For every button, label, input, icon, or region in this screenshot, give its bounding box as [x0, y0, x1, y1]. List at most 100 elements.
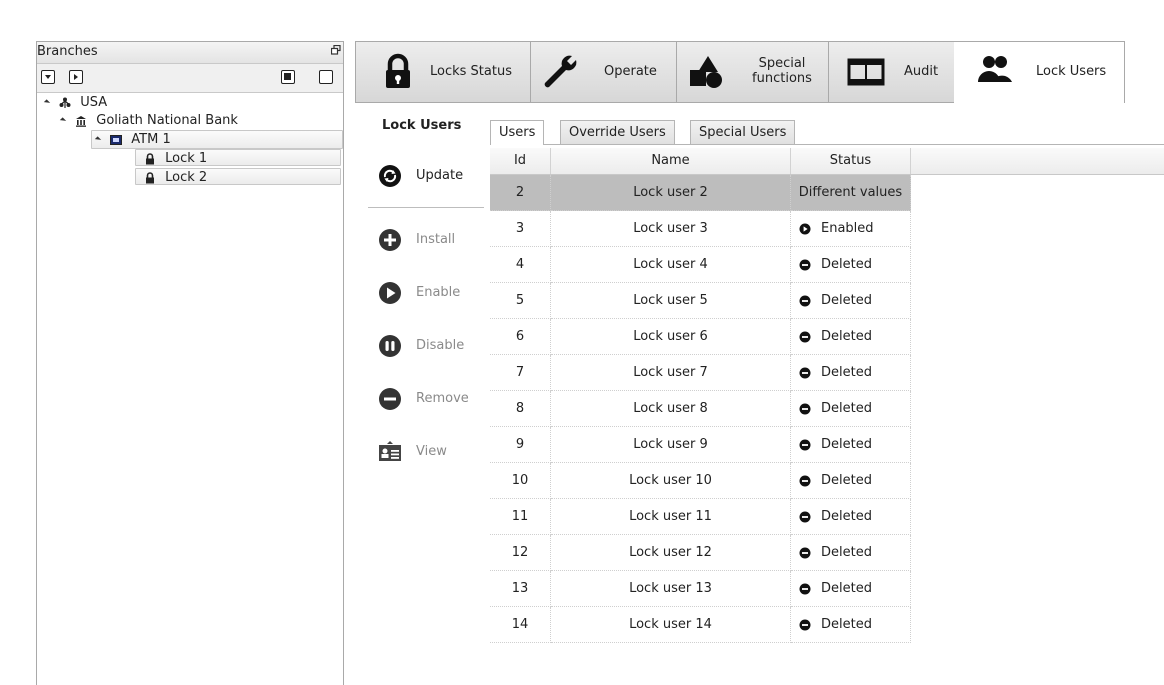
- expanded-arrow-icon: [94, 136, 102, 143]
- minus-circle-icon: [799, 511, 811, 523]
- table-row[interactable]: 12 Lock user 12 Deleted: [490, 535, 911, 571]
- tree-node-lock-1[interactable]: Lock 1: [135, 149, 341, 166]
- tab-special-functions[interactable]: Special functions: [676, 42, 829, 102]
- status-text: Deleted: [821, 509, 872, 524]
- tab-special-users[interactable]: Special Users: [690, 120, 796, 144]
- tree-node-bank[interactable]: Goliath National Bank: [59, 112, 238, 129]
- install-button[interactable]: Install: [368, 220, 486, 260]
- status-text: Deleted: [821, 257, 872, 272]
- cell-status: Deleted: [791, 427, 911, 463]
- tree-label: USA: [80, 95, 108, 110]
- tree-node-atm[interactable]: ATM 1: [91, 130, 343, 149]
- minus-circle-icon: [799, 295, 811, 307]
- tab-users[interactable]: Users: [490, 120, 545, 145]
- cell-status: Deleted: [791, 247, 911, 283]
- deselect-all-button[interactable]: [319, 70, 333, 84]
- status-text: Deleted: [821, 329, 872, 344]
- table-row[interactable]: 9 Lock user 9 Deleted: [490, 427, 911, 463]
- restore-window-icon[interactable]: [331, 45, 341, 55]
- actions-title: Lock Users: [382, 118, 462, 133]
- status-text: Deleted: [821, 581, 872, 596]
- tab-audit[interactable]: Audit: [828, 42, 955, 102]
- enable-button[interactable]: Enable: [368, 273, 486, 313]
- minus-circle-icon: [799, 367, 811, 379]
- triangle-down-icon: [45, 75, 51, 79]
- cell-id: 13: [490, 571, 551, 607]
- branches-header: Branches: [37, 42, 343, 64]
- tab-locks-status[interactable]: Locks Status: [356, 42, 531, 102]
- table-row[interactable]: 7 Lock user 7 Deleted: [490, 355, 911, 391]
- cell-status: Different values: [791, 175, 911, 211]
- tab-label: Lock Users: [1036, 64, 1107, 79]
- cell-id: 12: [490, 535, 551, 571]
- cell-name: Lock user 6: [551, 319, 791, 355]
- status-text: Deleted: [821, 365, 872, 380]
- play-circle-icon: [799, 223, 811, 235]
- tree-label: ATM 1: [131, 132, 171, 147]
- cell-name: Lock user 13: [551, 571, 791, 607]
- film-icon: [847, 58, 885, 86]
- divider: [368, 207, 484, 208]
- column-header-id[interactable]: Id: [490, 148, 551, 174]
- cell-id: 7: [490, 355, 551, 391]
- cell-name: Lock user 10: [551, 463, 791, 499]
- collapse-all-button[interactable]: [69, 70, 83, 84]
- atm-icon: [110, 134, 123, 145]
- branch-tree: USA Goliath National Bank ATM 1 Lock 1 L…: [37, 94, 343, 685]
- status-text: Different values: [798, 185, 903, 200]
- table-row[interactable]: 3 Lock user 3 Enabled: [490, 211, 911, 247]
- table-row[interactable]: 4 Lock user 4 Deleted: [490, 247, 911, 283]
- tree-node-lock-2[interactable]: Lock 2: [135, 168, 341, 185]
- cell-status: Deleted: [791, 571, 911, 607]
- enable-label: Enable: [416, 285, 461, 300]
- update-label: Update: [416, 168, 464, 183]
- table-row[interactable]: 6 Lock user 6 Deleted: [490, 319, 911, 355]
- install-label: Install: [416, 232, 456, 247]
- minus-circle-icon: [379, 388, 401, 410]
- expanded-arrow-icon: [59, 117, 67, 124]
- table-row[interactable]: 14 Lock user 14 Deleted: [490, 607, 911, 643]
- status-text: Deleted: [821, 293, 872, 308]
- cell-name: Lock user 8: [551, 391, 791, 427]
- select-all-button[interactable]: [281, 70, 295, 84]
- table-row[interactable]: 10 Lock user 10 Deleted: [490, 463, 911, 499]
- plus-circle-icon: [379, 229, 401, 251]
- tab-override-users[interactable]: Override Users: [560, 120, 675, 144]
- cell-status: Deleted: [791, 355, 911, 391]
- status-text: Deleted: [821, 401, 872, 416]
- branches-panel: Branches USA Goliath National Bank ATM 1…: [36, 41, 344, 685]
- wrench-icon: [544, 55, 577, 88]
- cell-name: Lock user 5: [551, 283, 791, 319]
- cell-name: Lock user 11: [551, 499, 791, 535]
- tree-node-usa[interactable]: USA: [43, 94, 108, 111]
- minus-circle-icon: [799, 583, 811, 595]
- update-button[interactable]: Update: [368, 156, 486, 196]
- table-row[interactable]: 13 Lock user 13 Deleted: [490, 571, 911, 607]
- tab-label: Special functions: [752, 56, 812, 86]
- disable-label: Disable: [416, 338, 465, 353]
- bank-icon: [76, 115, 87, 127]
- tab-label: Operate: [604, 64, 657, 79]
- view-button[interactable]: View: [368, 432, 486, 472]
- table-row[interactable]: 5 Lock user 5 Deleted: [490, 283, 911, 319]
- table-row[interactable]: 2 Lock user 2 Different values: [490, 175, 911, 211]
- branches-toolbar: [37, 64, 343, 93]
- tab-lock-users[interactable]: Lock Users: [954, 42, 1125, 103]
- table-row[interactable]: 8 Lock user 8 Deleted: [490, 391, 911, 427]
- column-header-status[interactable]: Status: [791, 148, 911, 174]
- expand-all-button[interactable]: [41, 70, 55, 84]
- cell-name: Lock user 4: [551, 247, 791, 283]
- cell-id: 11: [490, 499, 551, 535]
- cell-name: Lock user 14: [551, 607, 791, 643]
- table-row[interactable]: 11 Lock user 11 Deleted: [490, 499, 911, 535]
- disable-button[interactable]: Disable: [368, 326, 486, 366]
- branches-title: Branches: [37, 44, 98, 59]
- cell-status: Deleted: [791, 535, 911, 571]
- tab-operate[interactable]: Operate: [530, 42, 677, 102]
- remove-button[interactable]: Remove: [368, 379, 486, 419]
- column-header-name[interactable]: Name: [551, 148, 791, 174]
- status-text: Deleted: [821, 473, 872, 488]
- cell-name: Lock user 9: [551, 427, 791, 463]
- minus-circle-icon: [799, 547, 811, 559]
- remove-label: Remove: [416, 391, 469, 406]
